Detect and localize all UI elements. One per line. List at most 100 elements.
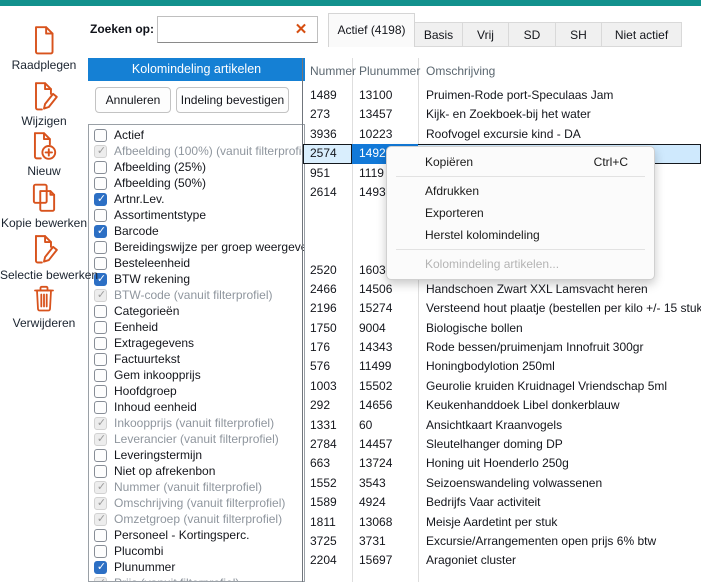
cell-plunummer[interactable]: 9004 [352,319,418,338]
cell-nummer[interactable]: 1750 [303,319,352,338]
checkbox-icon[interactable] [94,353,107,366]
cell-omschrijving[interactable]: Roofvogel excursie kind - DA [418,125,701,144]
cell-nummer[interactable] [303,241,352,260]
tab-niet-actief[interactable]: Niet actief [602,22,682,47]
cell-nummer[interactable] [303,202,352,221]
context-menu-item[interactable]: Kolomindeling artikelen... [387,253,654,275]
checkbox-icon[interactable] [94,481,107,494]
context-menu-item[interactable] [396,249,645,250]
cell-omschrijving[interactable]: Keukenhanddoek Libel donkerblauw [418,396,701,415]
checkbox-icon[interactable] [94,529,107,542]
sidebar-item-nieuw[interactable]: Nieuw [0,130,88,178]
column-option[interactable]: Prijs (vanuit filterprofiel) [94,575,304,582]
column-option[interactable]: Eenheid [94,319,304,335]
cell-plunummer[interactable]: 11499 [352,357,418,376]
checkbox-icon[interactable] [94,545,107,558]
checkbox-icon[interactable] [94,177,107,190]
column-option[interactable]: Afbeelding (100%) (vanuit filterprofiel) [94,143,304,159]
column-option[interactable]: Inhoud eenheid [94,399,304,415]
tab-sh[interactable]: SH [556,22,602,47]
cell-omschrijving[interactable]: Honing uit Hoenderlo 250g [418,454,701,473]
cell-nummer[interactable]: 2614 [303,183,352,202]
cell-nummer[interactable]: 576 [303,357,352,376]
table-row[interactable]: 1331 60 Ansichtkaart Kraanvogels [303,416,701,435]
cell-omschrijving[interactable]: Handschoen Zwart XXL Lamsvacht heren [418,280,701,299]
column-option[interactable]: Nummer (vanuit filterprofiel) [94,479,304,495]
tab-sd[interactable]: SD [509,22,556,47]
cell-plunummer[interactable]: 13100 [352,86,418,105]
column-option[interactable]: Bereidingswijze per groep weergeven [94,239,304,255]
checkbox-icon[interactable] [94,305,107,318]
cell-omschrijving[interactable]: Sleutelhanger doming DP [418,435,701,454]
column-option[interactable]: Personeel - Kortingsperc. [94,527,304,543]
cell-nummer[interactable]: 1003 [303,377,352,396]
cell-plunummer[interactable]: 15502 [352,377,418,396]
tab-vrij[interactable]: Vrij [463,22,509,47]
sidebar-item-wijzigen[interactable]: Wijzigen [0,80,88,128]
checkbox-icon[interactable] [94,209,107,222]
column-option[interactable]: Actief [94,127,304,143]
tab-actief[interactable]: Actief (4198) [328,13,415,47]
cell-plunummer[interactable]: 15274 [352,299,418,318]
cell-nummer[interactable]: 663 [303,454,352,473]
table-row[interactable]: 576 11499 Honingbodylotion 250ml [303,357,701,376]
cell-nummer[interactable]: 2520 [303,261,352,280]
cell-plunummer[interactable]: 13068 [352,513,418,532]
cell-nummer[interactable]: 2196 [303,299,352,318]
table-row[interactable]: 1811 13068 Meisje Aardetint per stuk [303,513,701,532]
table-row[interactable]: 663 13724 Honing uit Hoenderlo 250g [303,454,701,473]
cell-omschrijving[interactable]: Aragoniet cluster [418,551,701,570]
tab-basis[interactable]: Basis [415,22,463,47]
cell-omschrijving[interactable]: Rode bessen/pruimenjam Innofruit 300gr [418,338,701,357]
table-row[interactable]: 3936 10223 Roofvogel excursie kind - DA [303,125,701,144]
checkbox-icon[interactable] [94,513,107,526]
checkbox-icon[interactable] [94,385,107,398]
checkbox-icon[interactable] [94,161,107,174]
context-menu-item[interactable] [396,176,645,177]
checkbox-icon[interactable] [94,241,107,254]
cell-omschrijving[interactable]: Kijk- en Zoekboek-bij het water [418,105,701,124]
cell-plunummer[interactable]: 13457 [352,105,418,124]
cell-nummer[interactable]: 273 [303,105,352,124]
checkbox-icon[interactable] [94,129,107,142]
column-header-omschrijving[interactable]: Omschrijving [418,60,701,82]
cell-nummer[interactable]: 3725 [303,532,352,551]
cell-nummer[interactable]: 1552 [303,474,352,493]
table-row[interactable]: 1003 15502 Geurolie kruiden Kruidnagel V… [303,377,701,396]
cell-plunummer[interactable]: 4924 [352,493,418,512]
cell-plunummer[interactable]: 14457 [352,435,418,454]
cell-plunummer[interactable]: 14656 [352,396,418,415]
checkbox-icon[interactable] [94,321,107,334]
table-row[interactable]: 3725 3731 Excursie/Arrangementen open pr… [303,532,701,551]
cell-nummer[interactable] [303,222,352,241]
column-option[interactable]: Hoofdgroep [94,383,304,399]
context-menu-item[interactable]: Herstel kolomindeling [387,224,654,246]
checkbox-icon[interactable] [94,193,107,206]
column-option[interactable]: BTW-code (vanuit filterprofiel) [94,287,304,303]
column-option[interactable]: Assortimentstype [94,207,304,223]
context-menu-item[interactable]: Exporteren [387,202,654,224]
cell-nummer[interactable]: 1811 [303,513,352,532]
cell-omschrijving[interactable]: Geurolie kruiden Kruidnagel Vriendschap … [418,377,701,396]
cell-omschrijving[interactable]: Bedrijfs Vaar activiteit [418,493,701,512]
table-row[interactable]: 1589 4924 Bedrijfs Vaar activiteit [303,493,701,512]
checkbox-icon[interactable] [94,449,107,462]
table-row[interactable]: 1552 3543 Seizoenswandeling volwassenen [303,474,701,493]
column-option[interactable]: Afbeelding (50%) [94,175,304,191]
table-row[interactable]: 176 14343 Rode bessen/pruimenjam Innofru… [303,338,701,357]
cell-plunummer[interactable]: 3731 [352,532,418,551]
cell-omschrijving[interactable]: Excursie/Arrangementen open prijs 6% btw [418,532,701,551]
sidebar-item-kopie-bewerken[interactable]: Kopie bewerken [0,182,88,230]
cell-omschrijving[interactable]: Versteend hout plaatje (bestellen per ki… [418,299,701,318]
cell-omschrijving[interactable]: Honingbodylotion 250ml [418,357,701,376]
table-row[interactable]: 292 14656 Keukenhanddoek Libel donkerbla… [303,396,701,415]
cell-omschrijving[interactable]: Seizoenswandeling volwassenen [418,474,701,493]
column-option[interactable]: Barcode [94,223,304,239]
column-option[interactable]: Factuurtekst [94,351,304,367]
column-option[interactable]: Plunummer [94,559,304,575]
cell-nummer[interactable]: 1331 [303,416,352,435]
column-option[interactable]: Omschrijving (vanuit filterprofiel) [94,495,304,511]
cell-plunummer[interactable]: 15697 [352,551,418,570]
table-row[interactable]: 2466 14506 Handschoen Zwart XXL Lamsvach… [303,280,701,299]
column-header-nummer[interactable]: Nummer [303,60,352,82]
